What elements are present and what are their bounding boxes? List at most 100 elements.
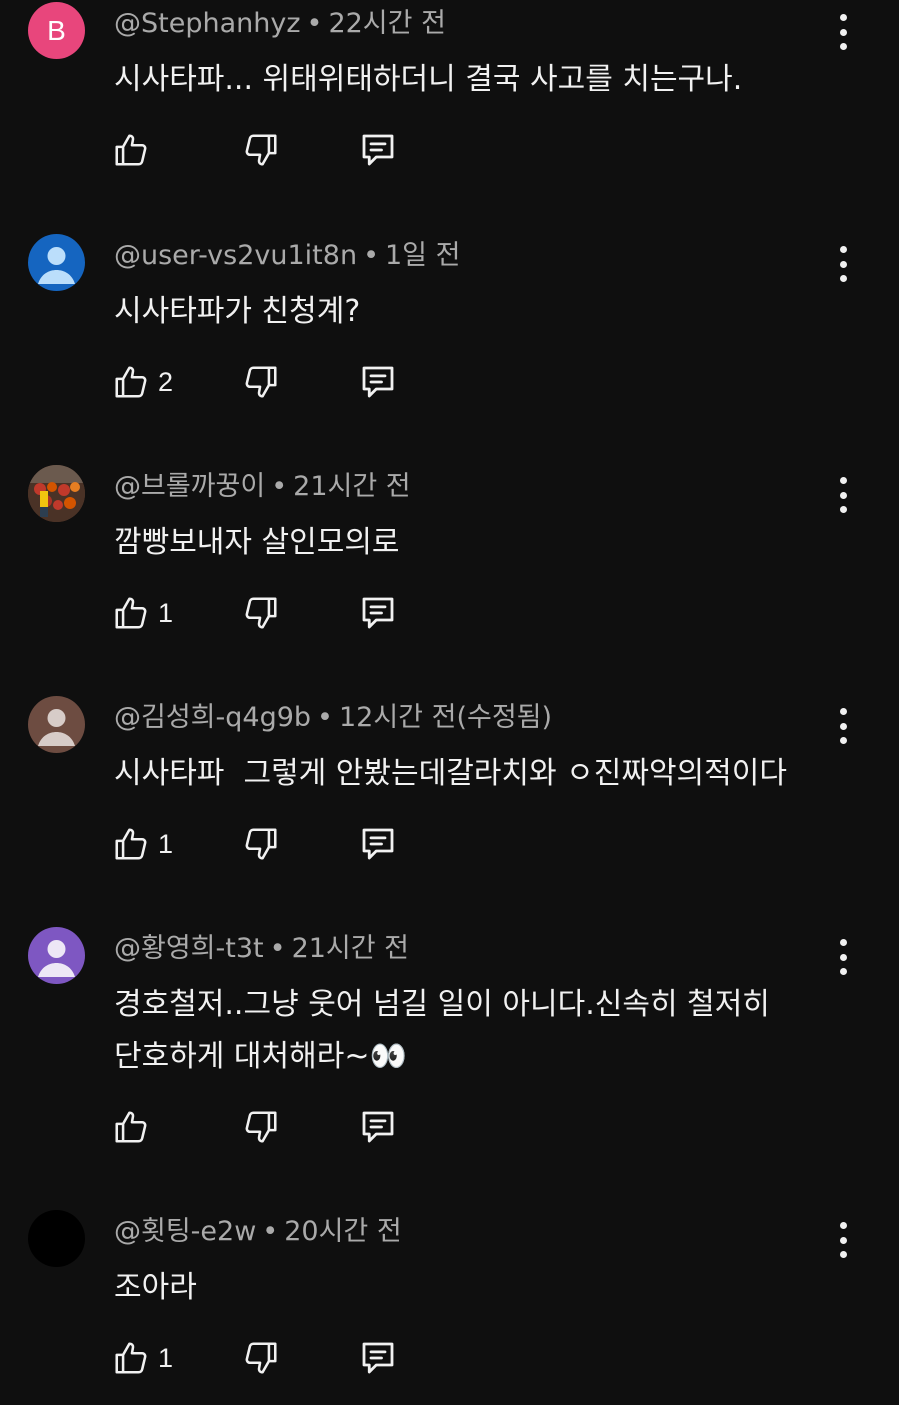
thumbs-down-icon bbox=[245, 366, 277, 398]
meta-separator: • bbox=[269, 933, 286, 964]
comment-time: 12시간 전(수정됨) bbox=[338, 702, 553, 733]
dislike-button[interactable] bbox=[242, 360, 280, 404]
reply-button[interactable] bbox=[357, 822, 399, 866]
thumbs-down-icon bbox=[245, 1111, 277, 1143]
avatar[interactable]: B bbox=[28, 2, 85, 59]
comment-meta: @Stephanhyz • 22시간 전 bbox=[114, 8, 446, 40]
comment-line: 시사타파... 위태위태하더니 결국 사고를 치는구나. bbox=[114, 62, 743, 97]
thumbs-up-icon bbox=[115, 828, 147, 860]
dislike-button[interactable] bbox=[242, 1336, 280, 1380]
comment-line: 조아라 bbox=[114, 1270, 197, 1305]
reply-button[interactable] bbox=[357, 1336, 399, 1380]
comment-author[interactable]: @Stephanhyz bbox=[114, 8, 301, 39]
comment-text: 시사타파가 친청계? bbox=[114, 286, 814, 338]
thumbs-up-icon bbox=[115, 1342, 147, 1374]
more-options-icon[interactable] bbox=[830, 939, 856, 975]
reply-button[interactable] bbox=[357, 360, 399, 404]
comment-author[interactable]: @브롤까꿍이 bbox=[114, 471, 265, 502]
comment-meta: @user-vs2vu1it8n • 1일 전 bbox=[114, 240, 460, 272]
avatar[interactable] bbox=[28, 696, 85, 753]
comment-meta: @브롤까꿍이 • 21시간 전 bbox=[114, 471, 411, 503]
comment-meta: @횟팅-e2w • 20시간 전 bbox=[114, 1216, 402, 1248]
dislike-button[interactable] bbox=[242, 1105, 280, 1149]
like-button[interactable]: 1 bbox=[112, 822, 173, 866]
thumbs-up-icon bbox=[115, 597, 147, 629]
like-count: 1 bbox=[158, 1342, 174, 1373]
comment-text: 깜빵보내자 살인모의로 bbox=[114, 517, 814, 569]
comment-time: 20시간 전 bbox=[284, 1216, 402, 1247]
reply-icon bbox=[362, 1111, 394, 1143]
more-options-icon[interactable] bbox=[830, 477, 856, 513]
avatar[interactable] bbox=[28, 927, 85, 984]
comment-line: 시사타파가 친청계? bbox=[114, 294, 361, 329]
meta-separator: • bbox=[363, 240, 379, 271]
comment-line: 깜빵보내자 살인모의로 bbox=[114, 525, 400, 560]
dislike-button[interactable] bbox=[242, 128, 280, 172]
comment-text: 경호철저..그냥 웃어 넘길 일이 아니다.신속히 철저히 단호하게 대처해라~… bbox=[114, 979, 814, 1083]
comment-actions: 1 bbox=[112, 1336, 412, 1380]
like-count: 1 bbox=[158, 597, 174, 628]
default-avatar-icon bbox=[38, 247, 75, 284]
meta-separator: • bbox=[271, 471, 288, 502]
dislike-button[interactable] bbox=[242, 822, 280, 866]
thumbs-down-icon bbox=[245, 1342, 277, 1374]
comment-actions bbox=[112, 1105, 412, 1149]
comment-actions: 1 bbox=[112, 591, 412, 635]
reply-icon bbox=[362, 366, 394, 398]
comment-text: 시사타파... 위태위태하더니 결국 사고를 치는구나. bbox=[114, 54, 814, 106]
meta-separator: • bbox=[262, 1216, 279, 1247]
comment-line: 경호철저..그냥 웃어 넘길 일이 아니다.신속히 철저히 bbox=[114, 987, 770, 1022]
like-count: 1 bbox=[158, 828, 174, 859]
reply-button[interactable] bbox=[357, 591, 399, 635]
more-options-icon[interactable] bbox=[830, 246, 856, 282]
comment-actions bbox=[112, 128, 412, 172]
thumbs-up-icon bbox=[115, 134, 147, 166]
comment-actions: 1 bbox=[112, 822, 412, 866]
profile-photo-icon bbox=[28, 465, 85, 522]
comment-time: 21시간 전 bbox=[293, 471, 411, 502]
comment-author[interactable]: @김성희-q4g9b bbox=[114, 702, 311, 733]
more-options-icon[interactable] bbox=[830, 708, 856, 744]
more-options-icon[interactable] bbox=[830, 1222, 856, 1258]
reply-icon bbox=[362, 134, 394, 166]
thumbs-down-icon bbox=[245, 828, 277, 860]
thumbs-up-icon bbox=[115, 366, 147, 398]
dislike-button[interactable] bbox=[242, 591, 280, 635]
like-button[interactable]: 1 bbox=[112, 591, 173, 635]
reply-button[interactable] bbox=[357, 128, 399, 172]
comment-text: 시사타파 그렇게 안봤는데갈라치와 ㅇ진짜악의적이다 bbox=[114, 748, 814, 800]
comment-text: 조아라 bbox=[114, 1262, 814, 1314]
avatar-letter: B bbox=[47, 14, 66, 46]
reply-button[interactable] bbox=[357, 1105, 399, 1149]
thumbs-down-icon bbox=[245, 597, 277, 629]
comment-time: 1일 전 bbox=[385, 240, 461, 271]
more-options-icon[interactable] bbox=[830, 14, 856, 50]
thumbs-down-icon bbox=[245, 134, 277, 166]
default-avatar-icon bbox=[38, 940, 75, 977]
comment-author[interactable]: @user-vs2vu1it8n bbox=[114, 240, 357, 271]
like-button[interactable]: 2 bbox=[112, 360, 173, 404]
avatar[interactable] bbox=[28, 465, 85, 522]
default-avatar-icon bbox=[38, 709, 75, 746]
comment-author[interactable]: @횟팅-e2w bbox=[114, 1216, 256, 1247]
thumbs-up-icon bbox=[115, 1111, 147, 1143]
reply-icon bbox=[362, 828, 394, 860]
comment-time: 21시간 전 bbox=[291, 933, 410, 964]
comment-line: 시사타파 그렇게 안봤는데갈라치와 ㅇ진짜악의적이다 bbox=[114, 756, 787, 791]
meta-separator: • bbox=[317, 702, 333, 733]
comment-meta: @김성희-q4g9b • 12시간 전(수정됨) bbox=[114, 702, 552, 734]
reply-icon bbox=[362, 1342, 394, 1374]
reply-icon bbox=[362, 597, 394, 629]
avatar[interactable] bbox=[28, 1210, 85, 1267]
comment-meta: @황영희-t3t • 21시간 전 bbox=[114, 933, 409, 965]
like-button[interactable] bbox=[112, 1105, 158, 1149]
comment-line: 단호하게 대처해라~👀 bbox=[114, 1039, 407, 1074]
like-count: 2 bbox=[158, 366, 174, 397]
avatar[interactable] bbox=[28, 234, 85, 291]
like-button[interactable] bbox=[112, 128, 158, 172]
meta-separator: • bbox=[306, 8, 323, 39]
comment-time: 22시간 전 bbox=[328, 8, 446, 39]
comment-actions: 2 bbox=[112, 360, 412, 404]
comment-author[interactable]: @황영희-t3t bbox=[114, 933, 264, 964]
like-button[interactable]: 1 bbox=[112, 1336, 173, 1380]
